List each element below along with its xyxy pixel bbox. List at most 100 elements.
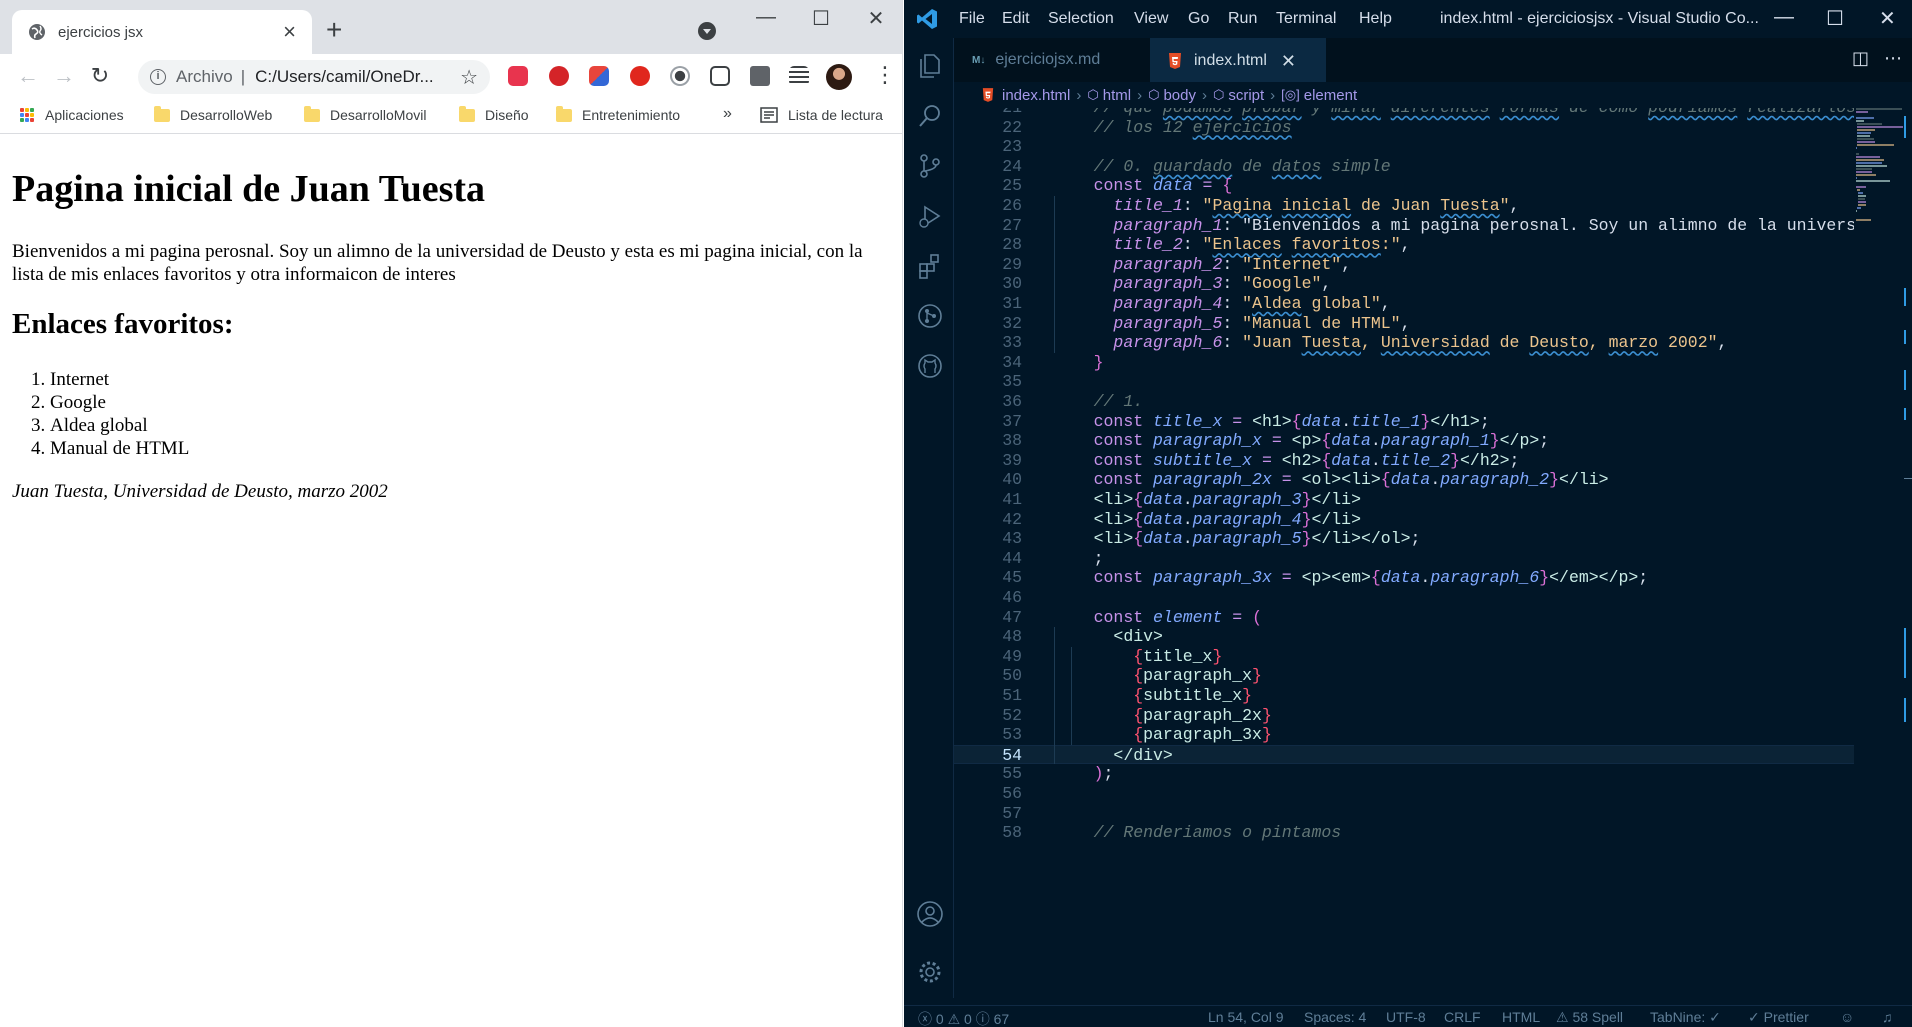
extension-adblock-icon[interactable] — [630, 66, 650, 86]
browser-menu-icon[interactable]: ⋮ — [874, 62, 896, 88]
code-line[interactable]: 48 <div> — [954, 627, 1854, 647]
forward-icon[interactable]: → — [46, 63, 82, 89]
menu-selection[interactable]: Selection — [1048, 10, 1114, 28]
code-line[interactable]: 31 paragraph_4: "Aldea global", — [954, 294, 1854, 314]
indentation[interactable]: Spaces: 4 — [1304, 1009, 1366, 1025]
tab-search-icon[interactable] — [698, 22, 716, 40]
explorer-icon[interactable] — [916, 52, 944, 80]
settings-gear-icon[interactable] — [916, 958, 944, 986]
code-line[interactable]: 54 </div> — [954, 744, 1854, 765]
bookmarks-overflow-button[interactable]: » — [723, 105, 732, 123]
code-editor[interactable]: 21 // que podamos probar y mirar diferen… — [954, 108, 1854, 998]
menu-view[interactable]: View — [1134, 10, 1168, 28]
tab-ejerciciojsx-md[interactable]: M↓ ejerciciojsx.md — [954, 38, 1150, 82]
address-bar[interactable]: i Archivo | C:/Users/camil/OneDr... ☆ — [138, 60, 490, 94]
breadcrumb-file[interactable]: index.html — [1002, 87, 1070, 104]
code-line[interactable]: 39 const subtitle_x = <h2>{data.title_2}… — [954, 451, 1854, 471]
code-line[interactable]: 25 const data = { — [954, 176, 1854, 196]
close-tab-icon[interactable]: × — [283, 21, 296, 43]
menu-help[interactable]: Help — [1359, 10, 1392, 28]
code-line[interactable]: 29 paragraph_2: "Internet", — [954, 255, 1854, 275]
scrollbar[interactable] — [1904, 108, 1912, 968]
line-ending[interactable]: CRLF — [1444, 1009, 1481, 1025]
code-line[interactable]: 47 const element = ( — [954, 608, 1854, 628]
code-line[interactable]: 57 — [954, 804, 1854, 824]
extension-todoist-icon[interactable] — [508, 66, 528, 86]
extensions-puzzle-icon[interactable] — [750, 66, 770, 86]
source-control-icon[interactable] — [916, 152, 944, 180]
extension-mega-icon[interactable] — [549, 66, 569, 86]
code-line[interactable]: 52 {paragraph_2x} — [954, 706, 1854, 726]
extensions-icon[interactable] — [916, 252, 944, 280]
more-actions-icon[interactable]: ⋯ — [1884, 48, 1902, 69]
breadcrumb-html[interactable]: html — [1103, 87, 1131, 104]
feedback-icon[interactable]: ☺ — [1840, 1009, 1854, 1025]
code-line[interactable]: 43 <li>{data.paragraph_5}</li></ol>; — [954, 529, 1854, 549]
bookmark-folder[interactable]: Diseño — [459, 105, 529, 123]
cursor-position[interactable]: Ln 54, Col 9 — [1208, 1009, 1284, 1025]
maximize-icon[interactable]: ☐ — [1826, 6, 1844, 31]
bookmark-folder[interactable]: DesarrolloMovil — [304, 105, 426, 123]
media-control-icon[interactable] — [789, 66, 809, 86]
code-line[interactable]: 56 — [954, 784, 1854, 804]
close-window-icon[interactable]: ✕ — [1879, 6, 1896, 31]
code-line[interactable]: 46 — [954, 588, 1854, 608]
bookmark-apps[interactable]: Aplicaciones — [20, 107, 124, 123]
code-line[interactable]: 27 paragraph_1: "Bienvenidos a mi pagina… — [954, 216, 1854, 236]
code-line[interactable]: 35 — [954, 372, 1854, 392]
code-line[interactable]: 42 <li>{data.paragraph_4}</li> — [954, 510, 1854, 530]
code-line[interactable]: 37 const title_x = <h1>{data.title_1}</h… — [954, 412, 1854, 432]
code-line[interactable]: 24 // 0. guardado de datos simple — [954, 157, 1854, 177]
tabnine-status[interactable]: TabNine: ✓ — [1650, 1009, 1721, 1026]
code-line[interactable]: 49 {title_x} — [954, 647, 1854, 667]
extension-megaphone-icon[interactable] — [589, 66, 609, 86]
code-line[interactable]: 38 const paragraph_x = <p>{data.paragrap… — [954, 431, 1854, 451]
maximize-icon[interactable]: ☐ — [793, 6, 849, 31]
reload-icon[interactable]: ↻ — [82, 63, 118, 89]
code-line[interactable]: 41 <li>{data.paragraph_3}</li> — [954, 490, 1854, 510]
tab-index-html[interactable]: index.html ✕ — [1150, 38, 1326, 82]
run-debug-icon[interactable] — [916, 202, 944, 230]
code-line[interactable]: 28 title_2: "Enlaces favoritos:", — [954, 235, 1854, 255]
menu-edit[interactable]: Edit — [1002, 10, 1030, 28]
code-line[interactable]: 21 // que podamos probar y mirar diferen… — [954, 108, 1854, 118]
code-line[interactable]: 55 ); — [954, 764, 1854, 784]
spell-check[interactable]: ⚠ 58 Spell — [1556, 1009, 1623, 1026]
extension-record-icon[interactable] — [670, 66, 690, 86]
code-line[interactable]: 22 // los 12 ejercicios — [954, 118, 1854, 138]
menu-file[interactable]: File — [959, 10, 985, 28]
menu-terminal[interactable]: Terminal — [1276, 10, 1336, 28]
code-line[interactable]: 40 const paragraph_2x = <ol><li>{data.pa… — [954, 470, 1854, 490]
new-tab-icon[interactable]: + — [326, 16, 342, 44]
close-window-icon[interactable]: ✕ — [848, 6, 902, 31]
code-line[interactable]: 26 title_1: "Pagina inicial de Juan Tues… — [954, 196, 1854, 216]
code-line[interactable]: 53 {paragraph_3x} — [954, 725, 1854, 745]
code-line[interactable]: 58 // Renderiamos o pintamos — [954, 823, 1854, 843]
profile-avatar[interactable] — [826, 64, 852, 90]
bookmark-star-icon[interactable]: ☆ — [460, 65, 478, 90]
breadcrumb-element[interactable]: element — [1304, 87, 1357, 104]
breadcrumb-script[interactable]: script — [1228, 87, 1264, 104]
code-line[interactable]: 32 paragraph_5: "Manual de HTML", — [954, 314, 1854, 334]
code-line[interactable]: 30 paragraph_3: "Google", — [954, 274, 1854, 294]
bookmark-folder[interactable]: DesarrolloWeb — [154, 105, 272, 123]
code-line[interactable]: 23 — [954, 137, 1854, 157]
browser-tab[interactable]: ejercicios jsx × — [12, 10, 312, 54]
github-icon[interactable] — [916, 352, 944, 380]
search-icon[interactable] — [916, 102, 944, 130]
minimize-icon[interactable]: — — [1774, 6, 1794, 29]
menu-run[interactable]: Run — [1228, 10, 1257, 28]
breadcrumb-body[interactable]: body — [1163, 87, 1196, 104]
notifications-bell-icon[interactable]: ♫ — [1882, 1009, 1893, 1025]
reading-list-button[interactable]: Lista de lectura — [760, 107, 883, 123]
git-graph-icon[interactable] — [916, 302, 944, 330]
problems-indicator[interactable]: ⓧ 0 ⚠ 0 ⓘ 67 — [918, 1009, 1009, 1027]
menu-go[interactable]: Go — [1188, 10, 1209, 28]
bookmark-folder[interactable]: Entretenimiento — [556, 105, 680, 123]
back-icon[interactable]: ← — [10, 63, 46, 89]
code-line[interactable]: 33 paragraph_6: "Juan Tuesta, Universida… — [954, 333, 1854, 353]
code-line[interactable]: 45 const paragraph_3x = <p><em>{data.par… — [954, 568, 1854, 588]
close-tab-icon[interactable]: ✕ — [1281, 51, 1296, 72]
code-line[interactable]: 50 {paragraph_x} — [954, 666, 1854, 686]
code-line[interactable]: 44 ; — [954, 549, 1854, 569]
